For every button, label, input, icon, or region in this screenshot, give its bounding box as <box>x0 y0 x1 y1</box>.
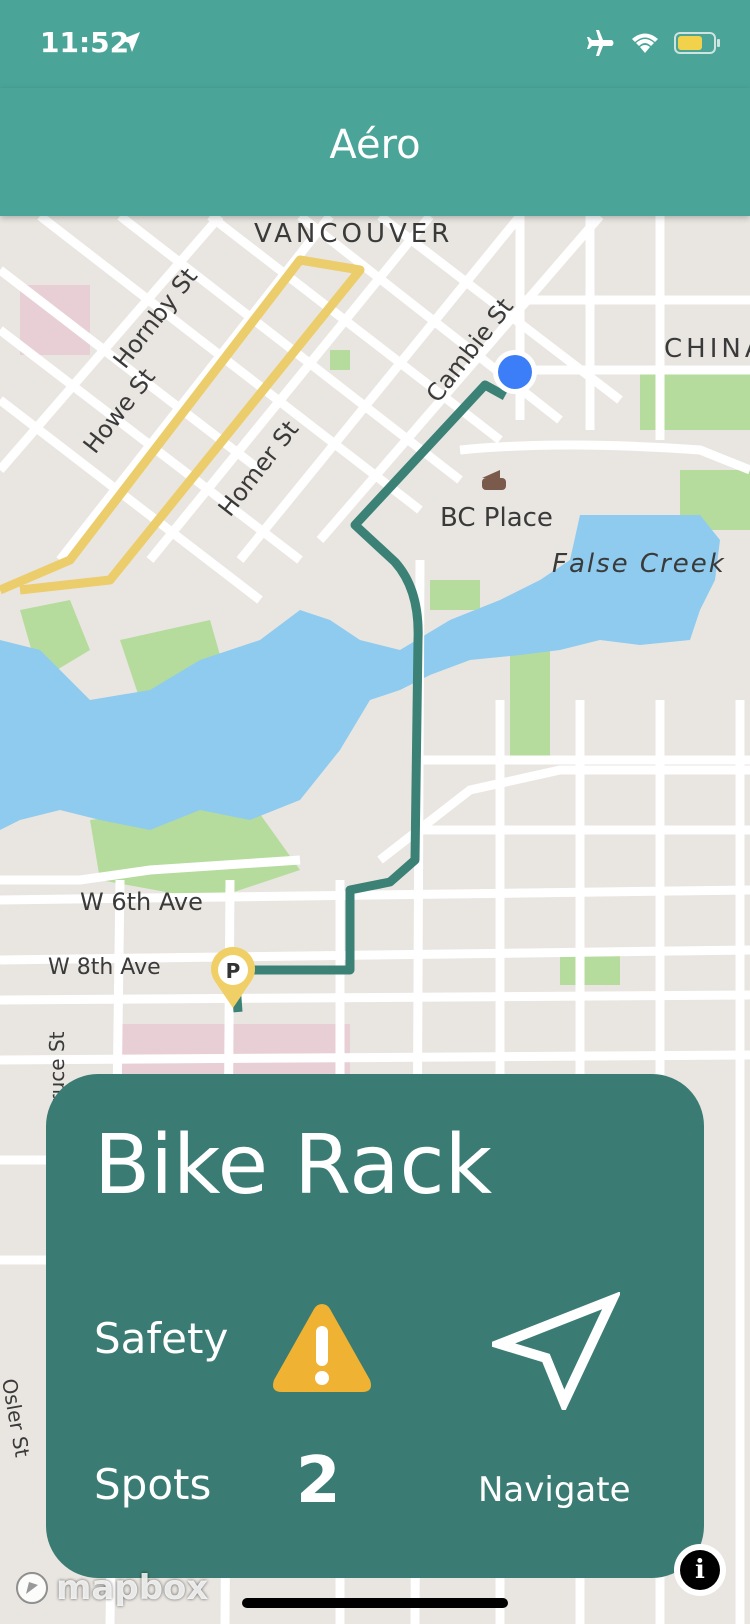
wifi-icon <box>630 31 660 59</box>
info-icon[interactable]: i <box>680 1550 720 1590</box>
map-label-w-6th-ave: W 6th Ave <box>80 888 203 916</box>
bike-rack-card: Bike Rack Safety Spots 2 Navigate <box>46 1074 704 1578</box>
status-time: 11:52 <box>40 26 130 59</box>
navigate-button[interactable]: Navigate <box>478 1470 631 1510</box>
navigation-bar: Aéro <box>0 88 750 216</box>
parking-marker-label: P <box>226 959 241 983</box>
app-title: Aéro <box>329 122 421 168</box>
spots-label: Spots <box>94 1460 212 1509</box>
current-location-marker <box>493 350 537 394</box>
map-label-vancouver: VANCOUVER <box>254 219 453 249</box>
status-bar: 11:52 <box>0 0 750 88</box>
safety-label: Safety <box>94 1314 229 1363</box>
airplane-icon <box>586 28 616 62</box>
battery-icon <box>674 31 722 59</box>
map-label-false-creek: False Creek <box>552 549 726 579</box>
mapbox-wordmark: mapbox <box>56 1568 209 1608</box>
map-label-bc-place: BC Place <box>440 503 553 533</box>
mapbox-logo[interactable]: mapbox <box>14 1568 208 1608</box>
location-arrow-icon <box>118 30 142 58</box>
map-label-w-8th-ave: W 8th Ave <box>48 955 161 980</box>
navigate-arrow-icon[interactable] <box>492 1292 620 1410</box>
urban-block <box>120 1024 350 1074</box>
card-title: Bike Rack <box>94 1118 493 1213</box>
home-indicator <box>242 1598 508 1608</box>
warning-icon <box>273 1304 371 1392</box>
spots-count: 2 <box>296 1444 341 1518</box>
mapbox-icon <box>16 1572 48 1604</box>
map-label-chinatown: CHINA <box>664 334 750 364</box>
